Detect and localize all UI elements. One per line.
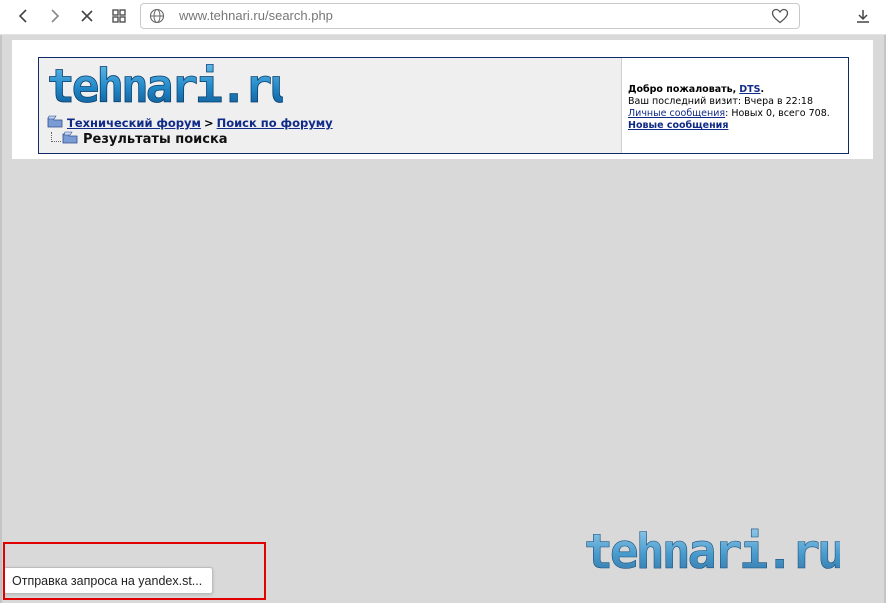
- heart-icon[interactable]: [771, 8, 789, 28]
- url-host: www.tehnari.ru: [179, 8, 265, 23]
- breadcrumb-separator: >: [203, 116, 214, 130]
- address-bar[interactable]: www.tehnari.ru/search.php: [140, 3, 800, 29]
- username-suffix: .: [760, 84, 765, 95]
- browser-toolbar: www.tehnari.ru/search.php: [0, 0, 886, 34]
- last-visit-time: 22:18: [785, 96, 814, 107]
- forward-arrow-icon: [51, 9, 60, 23]
- tree-connector: [51, 132, 61, 142]
- downloads-button[interactable]: [850, 4, 876, 28]
- logo-text: tehnari.ru: [47, 64, 283, 110]
- welcome-block: Добро пожаловать, DTS. Ваш последний виз…: [628, 84, 846, 132]
- private-messages-stats: : Новых 0, всего 708.: [725, 108, 830, 119]
- tabs-grid-icon: [112, 9, 126, 23]
- tabs-button[interactable]: [106, 4, 132, 28]
- url-text[interactable]: www.tehnari.ru/search.php: [179, 8, 333, 23]
- back-button[interactable]: [10, 4, 36, 28]
- forum-header: tehnari.ru Технический форум > Поиск по …: [38, 57, 849, 154]
- highlight-frame: [3, 542, 266, 600]
- last-visit-in: в: [777, 96, 783, 107]
- greeting-text: Добро пожаловать,: [628, 84, 737, 95]
- current-page-title: Результаты поиска: [51, 131, 228, 147]
- breadcrumb-home-link[interactable]: Технический форум: [67, 116, 201, 130]
- current-page-label: Результаты поиска: [83, 131, 228, 147]
- breadcrumb-search-link[interactable]: Поиск по форуму: [217, 116, 333, 130]
- back-arrow-icon: [18, 9, 27, 23]
- header-navigation-panel: tehnari.ru Технический форум > Поиск по …: [39, 58, 621, 153]
- globe-icon[interactable]: [149, 8, 165, 28]
- private-messages-line: Личные сообщения: Новых 0, всего 708.: [628, 108, 846, 120]
- site-logo[interactable]: tehnari.ru: [47, 64, 283, 110]
- breadcrumb: Технический форум > Поиск по форуму: [47, 115, 333, 131]
- url-path: /search.php: [264, 8, 333, 23]
- download-icon: [857, 10, 869, 23]
- footer-watermark-logo: tehnari.ru: [584, 528, 840, 576]
- last-visit-line: Ваш последний визит: Вчера в 22:18: [628, 96, 846, 108]
- stop-loading-icon: [81, 10, 93, 22]
- stop-button[interactable]: [74, 4, 100, 28]
- viewport-border-left: [0, 35, 2, 603]
- open-folder-icon: [62, 130, 78, 148]
- last-visit-value: Вчера: [744, 96, 774, 107]
- footer-logo-text: tehnari.ru: [584, 528, 840, 576]
- forward-button[interactable]: [42, 4, 68, 28]
- forum-folder-icon: [47, 115, 63, 131]
- user-welcome-panel: Добро пожаловать, DTS. Ваш последний виз…: [621, 58, 848, 153]
- new-posts-link[interactable]: Новые сообщения: [628, 120, 728, 131]
- welcome-line: Добро пожаловать, DTS.: [628, 84, 846, 96]
- page-viewport: tehnari.ru Технический форум > Поиск по …: [0, 35, 886, 603]
- private-messages-link[interactable]: Личные сообщения: [628, 108, 725, 119]
- new-posts-line: Новые сообщения: [628, 120, 846, 132]
- last-visit-label: Ваш последний визит:: [628, 96, 742, 107]
- username-link[interactable]: DTS: [739, 84, 760, 95]
